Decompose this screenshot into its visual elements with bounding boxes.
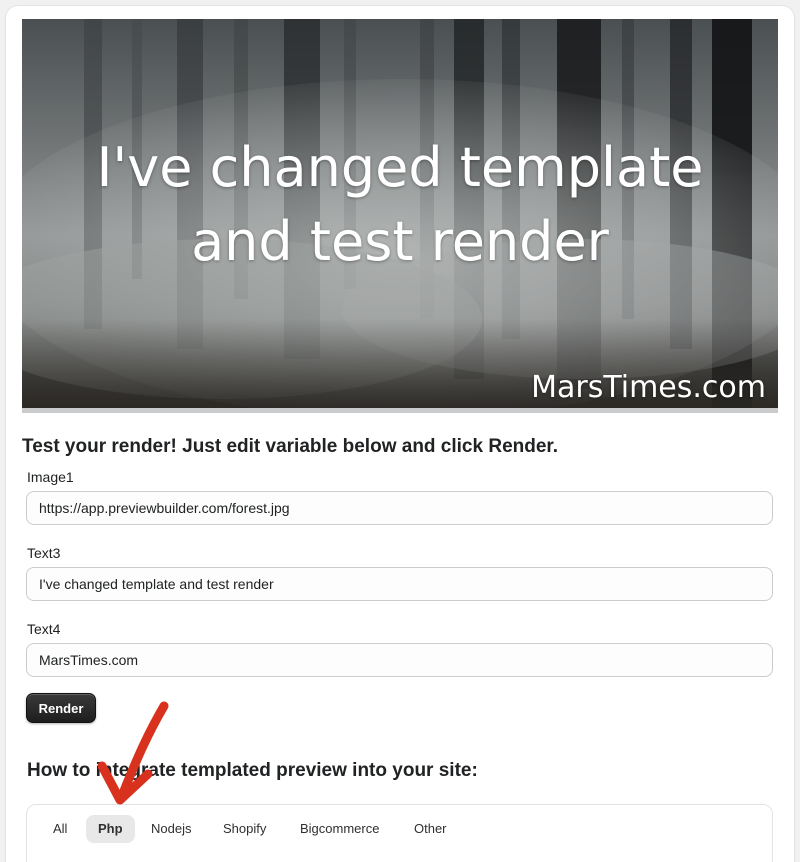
- hero-title-line-1: I've changed template: [96, 136, 704, 199]
- text4-input[interactable]: [26, 643, 773, 677]
- hero-title-line-2: and test render: [191, 210, 609, 273]
- tab-other[interactable]: Other: [402, 815, 459, 843]
- text3-label: Text3: [27, 545, 61, 561]
- preview-image: I've changed template and test render Ma…: [22, 19, 778, 413]
- image1-input[interactable]: [26, 491, 773, 525]
- integration-heading: How to integrate templated preview into …: [27, 760, 478, 781]
- hero-brand: MarsTimes.com: [531, 370, 766, 405]
- tab-shopify[interactable]: Shopify: [211, 815, 278, 843]
- text4-label: Text4: [27, 621, 61, 637]
- tab-bigcommerce[interactable]: Bigcommerce: [288, 815, 391, 843]
- hero-title: I've changed template and test render: [22, 131, 778, 279]
- text3-input[interactable]: [26, 567, 773, 601]
- render-button[interactable]: Render: [26, 693, 96, 723]
- form-heading: Test your render! Just edit variable bel…: [22, 436, 559, 457]
- image1-label: Image1: [27, 469, 74, 485]
- tab-php[interactable]: Php: [86, 815, 135, 843]
- integration-tabs: All Php Nodejs Shopify Bigcommerce Other: [26, 804, 773, 862]
- hero-divider: [22, 408, 778, 413]
- tab-all[interactable]: All: [41, 815, 79, 843]
- tab-nodejs[interactable]: Nodejs: [139, 815, 203, 843]
